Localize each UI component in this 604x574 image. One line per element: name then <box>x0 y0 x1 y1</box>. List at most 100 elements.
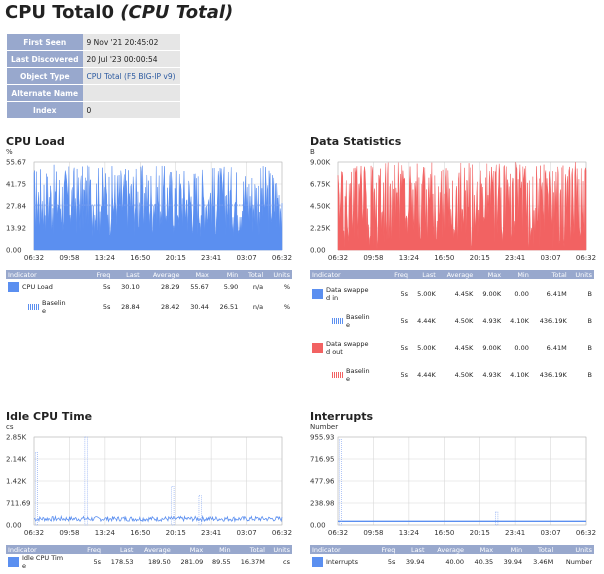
column-header: Units <box>265 270 292 279</box>
cpu-load-x-tick: 03:07 <box>236 254 256 262</box>
freq-cell: 5s <box>102 283 111 291</box>
interrupts-baseline-spike <box>338 439 342 526</box>
last-cell: 5.00K <box>417 290 436 298</box>
units-cell: % <box>283 283 290 291</box>
idle-cpu-stats-table: Indicator Freq Last Average Max Min Total Units… <box>6 545 292 570</box>
max-cell: 4.93K <box>482 317 502 325</box>
idle-cpu-x-tick: 20:15 <box>166 529 186 537</box>
max-cell: 4.93K <box>482 371 502 379</box>
data-statistics-stats-table: Indicator Freq Last Average Max Min Total Units… <box>310 270 594 387</box>
cpu-load-x-tick: 06:32 <box>24 254 44 262</box>
units-cell: cs <box>283 558 290 566</box>
cpu-load-chart[interactable]: % 0.00 13.92 27.84 41.75 55.67 06:32 09:58 13:24… <box>6 147 296 269</box>
column-header: Average <box>426 545 466 554</box>
indicator-label[interactable]: Data swapped in <box>326 286 370 302</box>
freq-cell: 5s <box>93 558 102 566</box>
indicator-label[interactable]: Data swapped out <box>326 340 370 356</box>
data-stats-x-tick: 13:24 <box>399 254 420 262</box>
indicator-label[interactable]: Idle CPU Time <box>22 554 66 570</box>
stats-row: Baseline 5s 4.44K 4.50K 4.93K 4.10K 436.19K B <box>310 309 594 333</box>
data-stats-y-tick: 0.00 <box>310 247 326 255</box>
column-header: Last <box>103 545 136 554</box>
total-cell: n/a <box>252 303 264 311</box>
interrupts-x-tick: 06:32 <box>328 529 348 537</box>
min-cell: 89.55 <box>212 558 231 566</box>
column-header: Total <box>530 270 569 279</box>
legend-swatch <box>332 372 343 378</box>
column-header: Indicator <box>310 545 375 554</box>
data-statistics-chart[interactable]: B 0.00 2.25K 4.50K 6.75K 9.00K 06:32 09:58 13:24… <box>310 147 600 269</box>
data-stats-x-tick: 06:32 <box>328 254 348 262</box>
last-cell: 30.10 <box>121 283 140 291</box>
legend-swatch <box>312 343 323 353</box>
max-cell: 9.00K <box>482 290 502 298</box>
info-table: First Seen 9 Nov '21 20:45:02 Last Discov… <box>7 33 180 119</box>
column-header: Indicator <box>6 270 90 279</box>
average-cell: 4.45K <box>454 344 474 352</box>
indicator-label[interactable]: CPU Load <box>22 283 53 291</box>
max-cell: 281.09 <box>180 558 204 566</box>
average-cell: 40.00 <box>445 558 464 566</box>
indicator-label[interactable]: Baseline <box>346 367 372 383</box>
min-cell: 4.10K <box>510 371 529 379</box>
column-header: Min <box>503 270 531 279</box>
max-cell: 40.35 <box>474 558 494 566</box>
legend-swatch <box>312 289 323 299</box>
indicator-label[interactable]: Baseline <box>42 299 68 315</box>
info-row: Object Type CPU Total (F5 BIG-IP v9) <box>7 68 180 84</box>
last-cell: 28.84 <box>121 303 140 311</box>
cpu-load-stats-table: Indicator Freq Last Average Max Min Total Units… <box>6 270 292 319</box>
stats-row: Interrupts 5s 39.94 40.00 40.35 39.94 3.46M Num… <box>310 554 594 570</box>
interrupts-y-tick: 238.98 <box>310 500 335 508</box>
average-cell: 4.50K <box>454 317 474 325</box>
idle-cpu-x-tick: 06:32 <box>24 529 44 537</box>
legend-swatch <box>28 304 39 310</box>
units-cell: B <box>587 344 592 352</box>
idle-cpu-y-tick: 711.69 <box>6 500 31 508</box>
min-cell: 0.00 <box>514 290 529 298</box>
units-cell: B <box>587 317 592 325</box>
column-header: Last <box>112 270 142 279</box>
cpu-load-y-tick: 0.00 <box>6 247 22 255</box>
page-title: CPU Total0 (CPU Total) <box>5 2 234 23</box>
total-cell: 3.46M <box>533 558 554 566</box>
column-header: Indicator <box>6 545 82 554</box>
last-cell: 5.00K <box>417 344 436 352</box>
interrupts-y-tick: 955.93 <box>310 434 335 442</box>
idle-cpu-x-tick: 16:50 <box>130 529 150 537</box>
data-stats-y-tick: 4.50K <box>310 203 331 211</box>
info-value: 20 Jul '23 00:00:54 <box>82 51 180 67</box>
idle-cpu-x-tick: 06:32 <box>272 529 292 537</box>
interrupts-chart[interactable]: Number 0.00 238.98 477.96 716.95 955.93 06:32 0… <box>310 422 600 544</box>
freq-cell: 5s <box>400 344 409 352</box>
idle-cpu-y-tick: 2.85K <box>6 434 27 442</box>
cpu-load-y-tick: 55.67 <box>6 159 26 167</box>
legend-swatch <box>8 282 19 292</box>
column-header: Indicator <box>310 270 389 279</box>
total-cell: 436.19K <box>539 371 567 379</box>
idle-cpu-chart[interactable]: cs 0.00 711.69 1.42K 2.14K 2.85K 06:32 09:58 13:… <box>6 422 296 544</box>
idle-cpu-unit-label: cs <box>6 423 14 431</box>
data-stats-x-tick: 03:07 <box>540 254 560 262</box>
column-header: Last <box>410 270 438 279</box>
indicator-label[interactable]: Baseline <box>346 313 372 329</box>
interrupts-x-tick: 06:32 <box>576 529 596 537</box>
column-header: Max <box>181 270 211 279</box>
total-cell: 6.41M <box>546 344 567 352</box>
data-stats-unit-label: B <box>310 148 315 156</box>
units-cell: B <box>587 290 592 298</box>
indicator-label[interactable]: Interrupts <box>326 558 358 566</box>
freq-cell: 5s <box>400 290 409 298</box>
interrupts-x-tick: 20:15 <box>470 529 490 537</box>
idle-cpu-y-tick: 0.00 <box>6 522 22 530</box>
average-cell: 189.50 <box>148 558 171 566</box>
idle-cpu-y-tick: 1.42K <box>6 478 27 486</box>
object-type-link[interactable]: CPU Total (F5 BIG-IP v9) <box>82 68 180 84</box>
column-header: Max <box>475 270 504 279</box>
column-header: Min <box>495 545 525 554</box>
cpu-load-series <box>33 164 283 251</box>
data-stats-y-tick: 6.75K <box>310 181 331 189</box>
stats-row: Baseline 5s 28.84 28.42 30.44 26.51 n/a% <box>6 295 292 319</box>
info-key: Last Discovered <box>7 51 83 67</box>
column-header: Freq <box>374 545 398 554</box>
